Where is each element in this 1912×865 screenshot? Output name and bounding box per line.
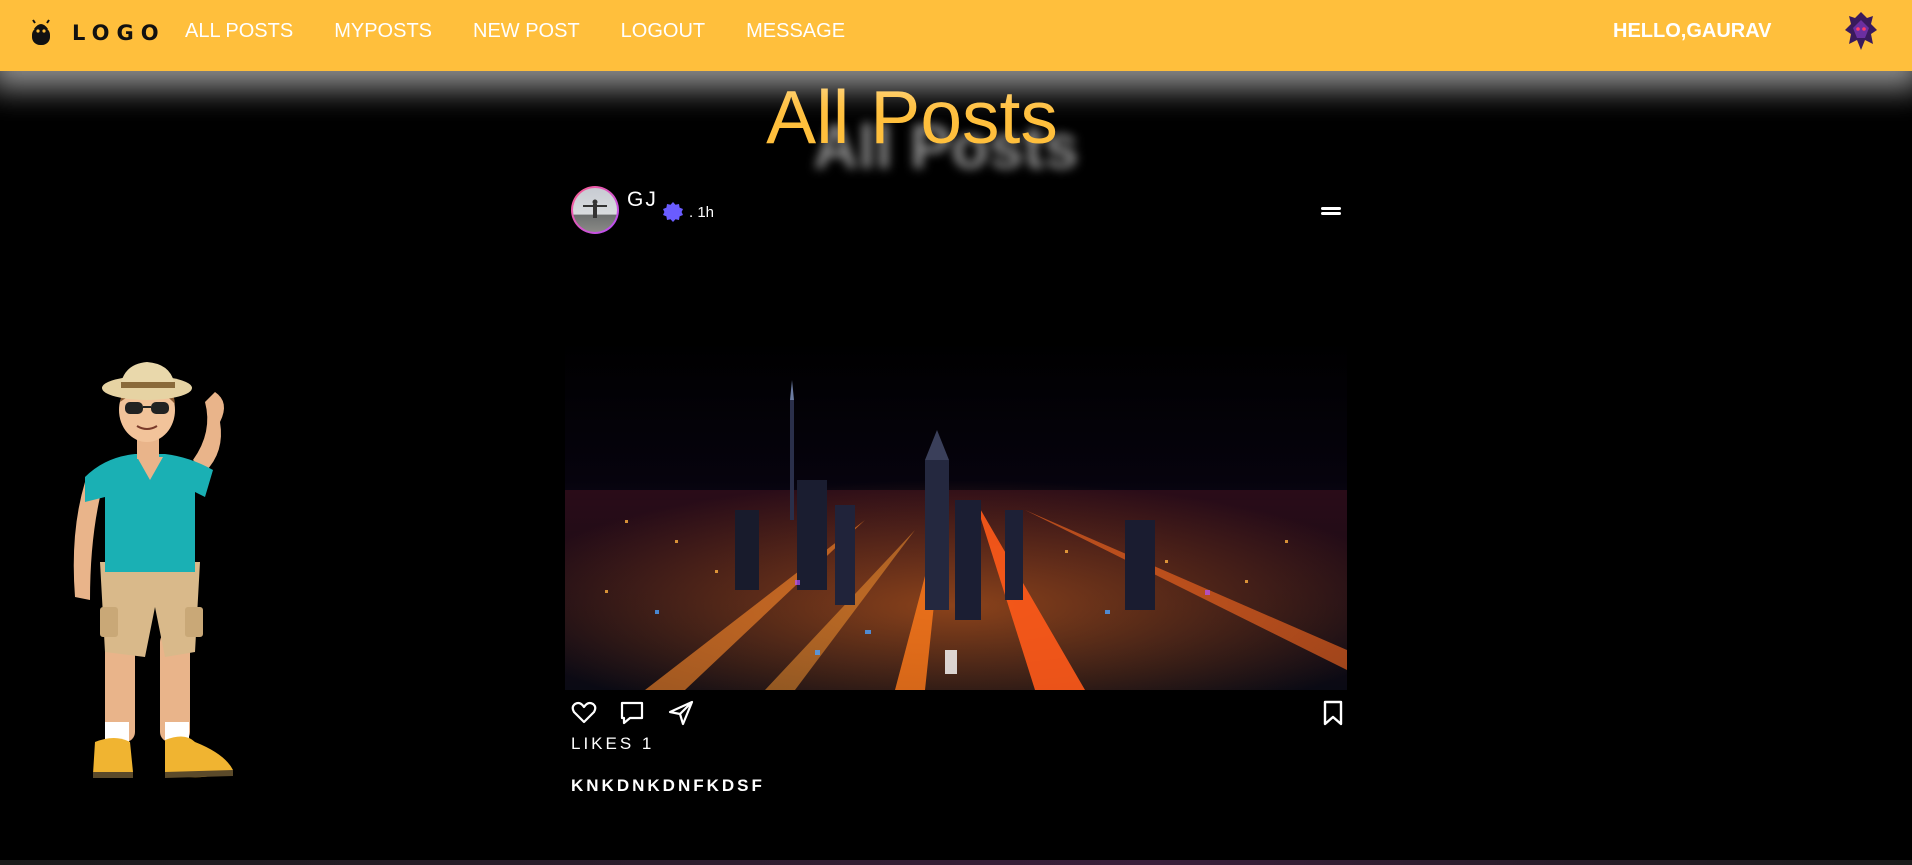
bookmark-icon[interactable] xyxy=(1320,700,1346,726)
nav-link-logout[interactable]: LOGOUT xyxy=(621,20,705,43)
post-options-menu-icon[interactable] xyxy=(1321,204,1341,218)
nav-links: ALL POSTS MYPOSTS NEW POST LOGOUT MESSAG… xyxy=(185,0,845,63)
nav-link-myposts[interactable]: MYPOSTS xyxy=(334,20,432,43)
logo[interactable]: LOGO xyxy=(30,18,166,48)
user-greeting: HELLO,GAURAV xyxy=(1613,20,1772,42)
comment-icon[interactable] xyxy=(619,700,645,726)
post-author-name[interactable]: GJ xyxy=(627,188,658,212)
post-timestamp: . 1h xyxy=(689,204,715,221)
navbar: LOGO ALL POSTS MYPOSTS NEW POST LOGOUT M… xyxy=(0,0,1912,71)
post-image[interactable] xyxy=(565,250,1347,690)
likes-count: LIKES 1 xyxy=(571,734,655,753)
page-title-area: All Posts All Posts xyxy=(0,75,1912,182)
nav-link-all-posts[interactable]: ALL POSTS xyxy=(185,20,293,43)
post-caption: KNKDNKDNFKDSF xyxy=(571,776,765,795)
logo-text: LOGO xyxy=(72,21,166,45)
post-header: GJ . 1h xyxy=(565,180,1347,250)
user-avatar[interactable] xyxy=(1843,10,1879,52)
nav-link-new-post[interactable]: NEW POST xyxy=(473,20,580,43)
bottom-edge xyxy=(0,860,1912,865)
page-title: All Posts xyxy=(766,75,1058,159)
person-silhouette-icon xyxy=(583,199,607,218)
verified-badge-icon xyxy=(663,202,683,222)
nav-link-message[interactable]: MESSAGE xyxy=(746,20,845,43)
post-actions-bar xyxy=(565,690,1347,728)
like-heart-icon[interactable] xyxy=(571,700,597,726)
post-card: GJ . 1h LIKES 1 KNKDNKDNFKDSF xyxy=(565,180,1347,796)
post-author-avatar[interactable] xyxy=(571,186,619,234)
post-author-avatar-image xyxy=(573,188,617,232)
share-send-icon[interactable] xyxy=(668,700,694,726)
city-night-photo xyxy=(565,250,1347,690)
android-logo-icon xyxy=(32,19,50,45)
character-illustration xyxy=(73,362,233,778)
